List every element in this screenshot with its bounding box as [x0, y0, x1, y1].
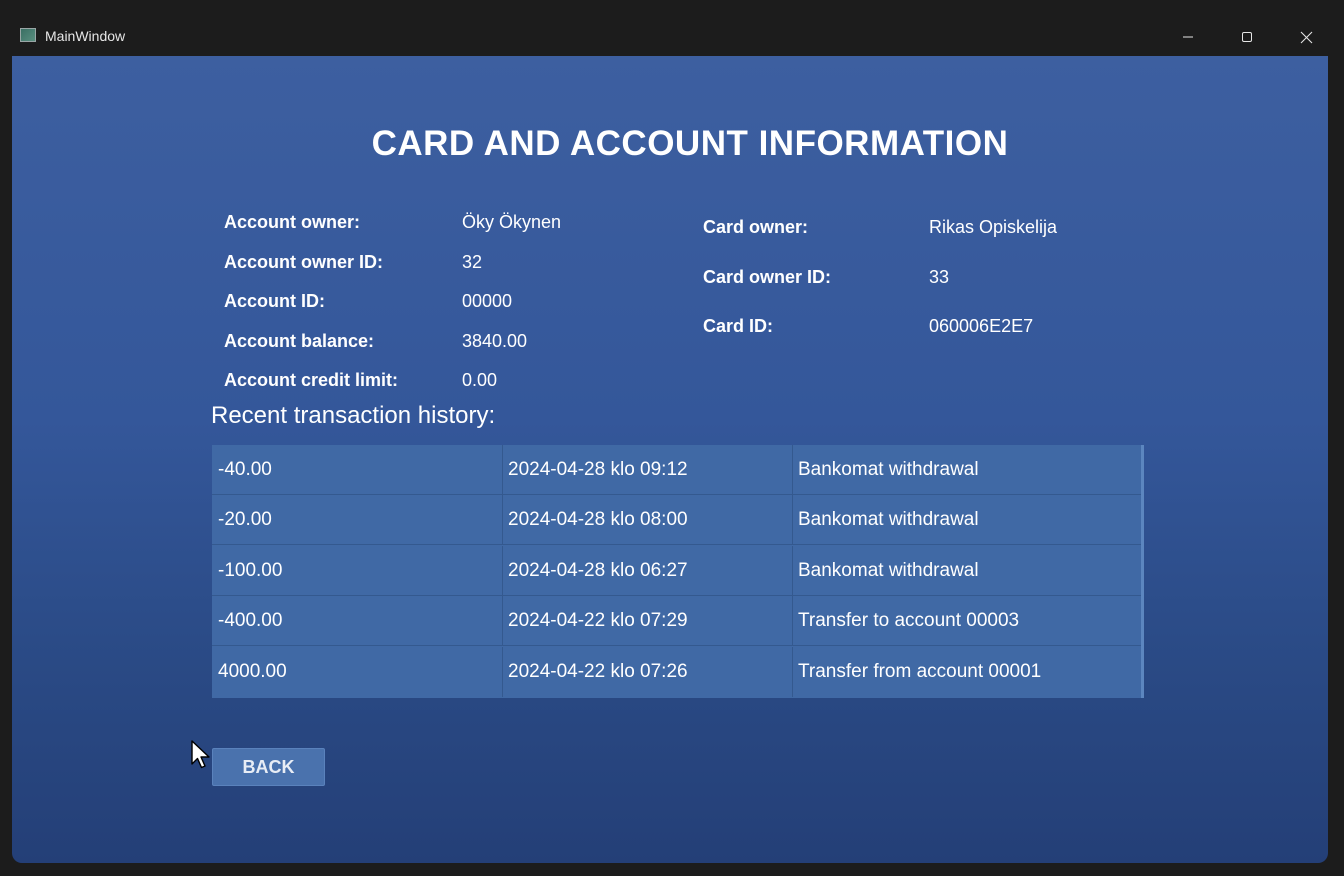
- title-bar[interactable]: MainWindow: [0, 0, 1344, 56]
- transaction-amount: 4000.00: [212, 647, 503, 697]
- table-row[interactable]: -20.00 2024-04-28 klo 08:00 Bankomat wit…: [212, 495, 1141, 545]
- main-window: MainWindow CARD AND ACCOUNT INFORMATION …: [0, 0, 1344, 876]
- card-id-value: 060006E2E7: [929, 316, 1034, 336]
- account-id-label: Account ID:: [224, 291, 325, 311]
- card-owner-id-value: 33: [929, 267, 950, 287]
- card-owner-id-label: Card owner ID:: [703, 267, 832, 287]
- transaction-date: 2024-04-22 klo 07:26: [503, 647, 793, 697]
- transaction-amount: -20.00: [212, 495, 503, 545]
- transaction-amount: -40.00: [212, 445, 503, 495]
- transaction-date: 2024-04-28 klo 09:12: [503, 445, 793, 495]
- close-button[interactable]: [1283, 22, 1329, 52]
- maximize-button[interactable]: [1224, 22, 1270, 52]
- table-row[interactable]: -400.00 2024-04-22 klo 07:29 Transfer to…: [212, 596, 1141, 646]
- transaction-description: Transfer to account 00003: [798, 610, 1020, 631]
- transaction-description: Bankomat withdrawal: [798, 560, 979, 581]
- table-row[interactable]: -40.00 2024-04-28 klo 09:12 Bankomat wit…: [212, 445, 1141, 495]
- account-credit-limit-label: Account credit limit:: [224, 370, 399, 390]
- minimize-icon: [1183, 36, 1193, 38]
- card-owner-value: Rikas Opiskelija: [929, 217, 1058, 237]
- maximize-icon: [1242, 32, 1252, 42]
- account-id-value: 00000: [462, 291, 513, 311]
- mouse-pointer-icon: [191, 740, 213, 775]
- transaction-description: Bankomat withdrawal: [798, 459, 979, 480]
- minimize-button[interactable]: [1165, 22, 1211, 52]
- transaction-description: Transfer from account 00001: [798, 661, 1042, 682]
- page-title: CARD AND ACCOUNT INFORMATION: [371, 124, 1009, 163]
- account-balance-value: 3840.00: [462, 331, 528, 351]
- account-credit-limit-value: 0.00: [462, 370, 498, 390]
- account-owner-value: Öky Ökynen: [462, 212, 562, 232]
- transaction-date: 2024-04-28 klo 08:00: [503, 495, 793, 545]
- transaction-amount: -400.00: [212, 596, 503, 646]
- window-title: MainWindow: [45, 28, 126, 44]
- account-owner-id-label: Account owner ID:: [224, 252, 384, 272]
- account-owner-label: Account owner:: [224, 212, 361, 232]
- transaction-date: 2024-04-28 klo 06:27: [503, 546, 793, 596]
- close-icon: [1300, 31, 1312, 43]
- table-row[interactable]: 4000.00 2024-04-22 klo 07:26 Transfer fr…: [212, 647, 1141, 697]
- app-window-icon: [20, 28, 36, 42]
- account-balance-label: Account balance:: [224, 331, 375, 351]
- card-id-label: Card ID:: [703, 316, 774, 336]
- transaction-amount: -100.00: [212, 546, 503, 596]
- transaction-description: Bankomat withdrawal: [798, 509, 979, 530]
- card-owner-label: Card owner:: [703, 217, 809, 237]
- transaction-date: 2024-04-22 klo 07:29: [503, 596, 793, 646]
- transaction-history-title: Recent transaction history:: [211, 402, 496, 429]
- transaction-table[interactable]: -40.00 2024-04-28 klo 09:12 Bankomat wit…: [212, 445, 1144, 698]
- back-button[interactable]: BACK: [212, 748, 325, 786]
- account-owner-id-value: 32: [462, 252, 483, 272]
- table-row[interactable]: -100.00 2024-04-28 klo 06:27 Bankomat wi…: [212, 546, 1141, 596]
